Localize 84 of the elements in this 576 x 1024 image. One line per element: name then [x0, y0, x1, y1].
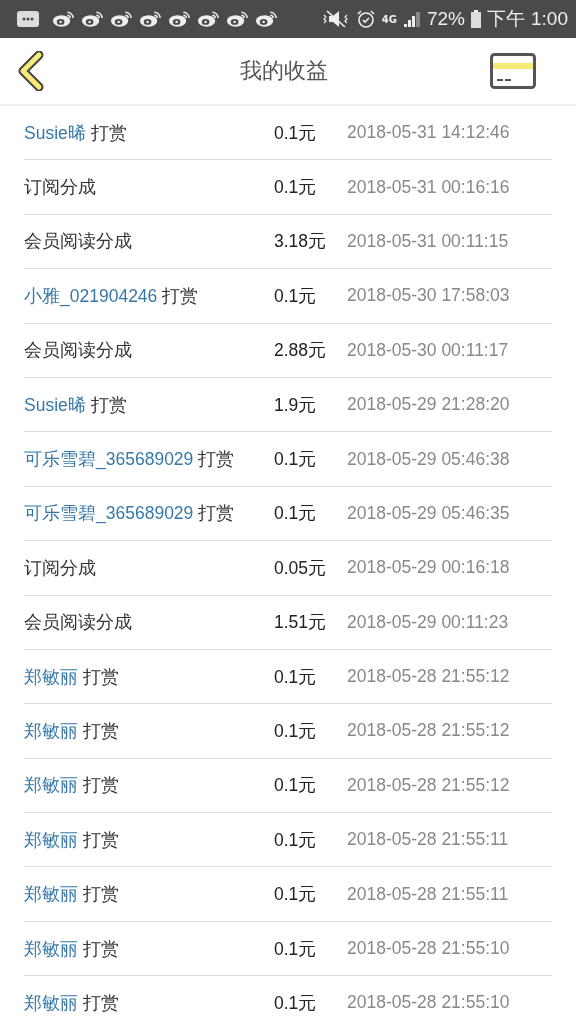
amount-text: 0.1元	[274, 176, 318, 200]
user-link[interactable]: 可乐雪碧_365689029	[24, 449, 194, 470]
network-label: 4G	[381, 13, 397, 25]
notification-icon	[197, 10, 220, 28]
notification-icon	[81, 10, 104, 28]
amount-text: 0.1元	[274, 284, 318, 308]
tip-description: Susie晞 打赏	[24, 121, 128, 145]
income-description: 订阅分成	[24, 176, 97, 200]
time-period: 下午	[487, 7, 525, 31]
tip-description: 郑敏丽 打赏	[24, 774, 120, 798]
timestamp-text: 2018-05-29 05:46:38	[347, 448, 510, 470]
amount-text: 1.9元	[274, 393, 318, 417]
user-link[interactable]: Susie晞	[24, 394, 86, 415]
user-link[interactable]: 郑敏丽	[24, 884, 78, 905]
amount-text: 0.1元	[274, 448, 318, 472]
user-link[interactable]: 小雅_021904246	[24, 285, 158, 306]
income-description: 会员阅读分成	[24, 611, 133, 635]
user-link[interactable]: 郑敏丽	[24, 829, 78, 850]
amount-text: 0.1元	[274, 991, 318, 1015]
tip-description: 可乐雪碧_365689029 打赏	[24, 502, 236, 526]
timestamp-text: 2018-05-28 21:55:12	[347, 720, 510, 742]
page-title: 我的收益	[240, 57, 328, 85]
amount-text: 0.1元	[274, 720, 318, 743]
user-link[interactable]: 郑敏丽	[24, 938, 78, 959]
timestamp-text: 2018-05-28 21:55:12	[347, 666, 510, 688]
amount-text: 1.51元	[274, 611, 328, 635]
user-link[interactable]: Susie晞	[24, 122, 86, 143]
tip-description: 可乐雪碧_365689029 打赏	[24, 448, 236, 472]
tip-description: 郑敏丽 打赏	[24, 991, 120, 1015]
amount-text: 0.1元	[274, 774, 318, 798]
amount-text: 0.05元	[274, 556, 328, 580]
battery-icon	[471, 9, 481, 29]
clock: 1:00	[531, 8, 568, 30]
notification-icon	[168, 10, 191, 28]
notification-icon	[139, 10, 162, 28]
signal-icon	[403, 10, 421, 28]
user-link[interactable]: 可乐雪碧_365689029	[24, 503, 194, 524]
tip-description: 郑敏丽 打赏	[24, 828, 120, 852]
tip-description: Susie晞 打赏	[24, 393, 128, 417]
user-link[interactable]: 郑敏丽	[24, 775, 78, 796]
timestamp-text: 2018-05-29 00:11:23	[347, 611, 509, 633]
amount-text: 0.1元	[274, 937, 318, 961]
timestamp-text: 2018-05-31 00:11:15	[347, 230, 509, 252]
timestamp-text: 2018-05-29 21:28:20	[347, 394, 510, 416]
notification-icon	[52, 10, 75, 28]
alarm-icon	[355, 9, 376, 29]
amount-text: 0.1元	[274, 665, 318, 689]
notification-icon	[255, 10, 278, 28]
chat-icon	[16, 10, 40, 28]
amount-text: 0.1元	[274, 121, 318, 145]
timestamp-text: 2018-05-29 00:16:18	[347, 557, 510, 579]
amount-text: 0.1元	[274, 828, 318, 852]
notification-icon	[110, 10, 133, 28]
tip-description: 郑敏丽 打赏	[24, 665, 120, 689]
timestamp-text: 2018-05-30 17:58:03	[347, 285, 510, 307]
chevron-left-icon	[18, 51, 44, 91]
amount-text: 3.18元	[274, 230, 328, 254]
notification-icon	[226, 10, 249, 28]
timestamp-text: 2018-05-29 05:46:35	[347, 502, 510, 524]
timestamp-text: 2018-05-31 14:12:46	[347, 122, 510, 144]
timestamp-text: 2018-05-28 21:55:10	[347, 938, 510, 960]
tip-description: 郑敏丽 打赏	[24, 937, 120, 961]
amount-text: 2.88元	[274, 339, 328, 363]
timestamp-text: 2018-05-30 00:11:17	[347, 339, 509, 361]
timestamp-text: 2018-05-28 21:55:12	[347, 774, 510, 796]
tip-description: 郑敏丽 打赏	[24, 720, 120, 743]
battery-percent: 72%	[427, 8, 465, 30]
income-description: 会员阅读分成	[24, 339, 133, 363]
amount-text: 0.1元	[274, 502, 318, 526]
bank-card-icon	[490, 53, 536, 89]
user-link[interactable]: 郑敏丽	[24, 992, 78, 1013]
tip-description: 小雅_021904246 打赏	[24, 284, 200, 308]
tip-description: 郑敏丽 打赏	[24, 883, 120, 907]
income-description: 订阅分成	[24, 556, 97, 580]
user-link[interactable]: 郑敏丽	[24, 721, 78, 741]
mute-icon	[321, 9, 350, 29]
timestamp-text: 2018-05-28 21:55:10	[347, 992, 510, 1014]
amount-text: 0.1元	[274, 883, 318, 907]
timestamp-text: 2018-05-28 21:55:11	[347, 829, 509, 851]
timestamp-text: 2018-05-31 00:16:16	[347, 176, 510, 198]
timestamp-text: 2018-05-28 21:55:11	[347, 883, 509, 905]
income-description: 会员阅读分成	[24, 230, 133, 254]
card-button[interactable]	[490, 53, 536, 89]
user-link[interactable]: 郑敏丽	[24, 666, 78, 687]
